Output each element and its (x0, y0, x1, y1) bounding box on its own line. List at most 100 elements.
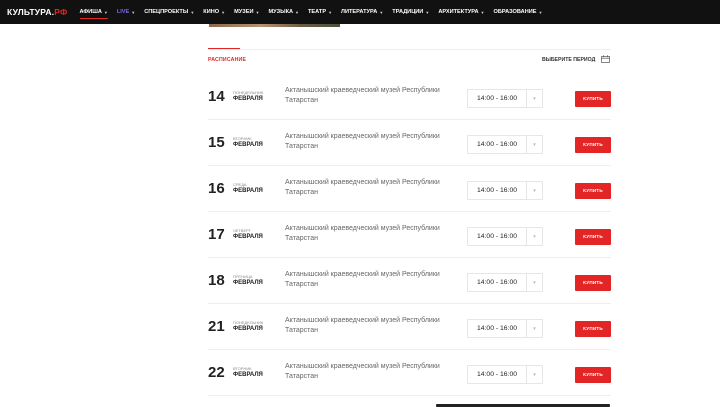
chevron-down-icon: ▼ (532, 188, 537, 193)
event-weekday: ПОНЕДЕЛЬНИК (233, 320, 264, 325)
nav-item-8[interactable]: ТРАДИЦИИ ▼ (392, 9, 429, 15)
event-day: 17 (208, 226, 225, 243)
chevron-down-icon: ▼ (532, 372, 537, 377)
event-venue[interactable]: Актанышский краеведческий музей Республи… (285, 86, 445, 106)
buy-button[interactable]: КУПИТЬ (575, 321, 611, 337)
schedule-row: 16 СРЕДА ФЕВРАЛЯ Актанышский краеведческий … (208, 166, 611, 212)
buy-button[interactable]: КУПИТЬ (575, 91, 611, 107)
event-venue[interactable]: Актанышский краеведческий музей Республи… (285, 132, 445, 152)
event-month: ФЕВРАЛЯ (233, 188, 263, 194)
calendar-icon[interactable] (601, 55, 610, 63)
nav-item-10[interactable]: ОБРАЗОВАНИЕ ▼ (493, 9, 542, 15)
schedule-row: 14 ПОНЕДЕЛЬНИК ФЕВРАЛЯ Актанышский краеведч… (208, 74, 611, 120)
chevron-down-icon: ▼ (425, 9, 430, 15)
event-weekday: ЧЕТВЕРГ (233, 228, 251, 233)
buy-button[interactable]: КУПИТЬ (575, 229, 611, 245)
tabs-divider (208, 48, 611, 50)
event-time: 14:00 - 16:00 (476, 95, 518, 102)
logo-main-text: КУЛЬТУРА. (7, 7, 55, 17)
nav-item-label: ЛИТЕРАТУРА (341, 9, 378, 15)
chevron-down-icon: ▼ (328, 9, 333, 15)
time-select[interactable]: 14:00 - 16:00 ▼ (467, 318, 543, 338)
chevron-down-icon: ▼ (532, 280, 537, 285)
event-weekday: ВТОРНИК (233, 136, 252, 141)
nav-item-6[interactable]: ТЕАТР ▼ (308, 9, 332, 15)
event-month: ФЕВРАЛЯ (233, 326, 263, 332)
event-weekday: СРЕДА (233, 182, 247, 187)
nav-item-9[interactable]: АРХИТЕКТУРА ▼ (438, 9, 484, 15)
time-select[interactable]: 14:00 - 16:00 ▼ (467, 88, 543, 108)
chevron-down-icon: ▼ (532, 326, 537, 331)
active-tab-indicator (208, 48, 240, 49)
buy-button[interactable]: КУПИТЬ (575, 183, 611, 199)
nav-item-label: МУЗЫКА (268, 9, 294, 15)
nav-item-4[interactable]: МУЗЕИ ▼ (234, 9, 259, 15)
time-select[interactable]: 14:00 - 16:00 ▼ (467, 226, 543, 246)
time-select[interactable]: 14:00 - 16:00 ▼ (467, 180, 543, 200)
schedule-row: 15 ВТОРНИК ФЕВРАЛЯ Актанышский краеведчески… (208, 120, 611, 166)
select-period-button[interactable]: ВЫБЕРИТЕ ПЕРИОД (542, 57, 595, 63)
logo-accent-text: РФ (54, 7, 68, 17)
event-venue[interactable]: Актанышский краеведческий музей Республи… (285, 224, 445, 244)
event-banner-image-edge (209, 24, 340, 27)
nav-item-3[interactable]: КИНО ▼ (203, 9, 225, 15)
event-weekday: ВТОРНИК (233, 366, 252, 371)
event-day: 15 (208, 134, 225, 151)
nav-item-label: ТРАДИЦИИ (392, 9, 424, 15)
chevron-down-icon: ▼ (379, 9, 384, 15)
event-month: ФЕВРАЛЯ (233, 372, 263, 378)
event-time: 14:00 - 16:00 (476, 279, 518, 286)
event-day: 22 (208, 364, 225, 381)
event-month: ФЕВРАЛЯ (233, 234, 263, 240)
chevron-down-icon: ▼ (190, 9, 195, 15)
nav-item-label: КИНО (203, 9, 220, 15)
nav-item-label: ОБРАЗОВАНИЕ (493, 9, 537, 15)
chevron-down-icon: ▼ (480, 9, 485, 15)
nav-item-label: LIVE (116, 9, 130, 15)
event-time: 14:00 - 16:00 (476, 325, 518, 332)
nav-item-0[interactable]: АФИША ▼ (79, 9, 109, 19)
event-venue[interactable]: Актанышский краеведческий музей Республи… (285, 362, 445, 382)
nav-item-label: ТЕАТР (308, 9, 327, 15)
schedule-row: 21 ПОНЕДЕЛЬНИК ФЕВРАЛЯ Актанышский краеведч… (208, 304, 611, 350)
time-select[interactable]: 14:00 - 16:00 ▼ (467, 364, 543, 384)
schedule-row: 22 ВТОРНИК ФЕВРАЛЯ Актанышский краеведчески… (208, 350, 611, 396)
buy-button[interactable]: КУПИТЬ (575, 367, 611, 383)
schedule-row: 17 ЧЕТВЕРГ ФЕВРАЛЯ Актанышский краеведчески… (208, 212, 611, 258)
nav-item-label: АФИША (79, 9, 102, 15)
event-day: 21 (208, 318, 225, 335)
nav-item-label: МУЗЕИ (234, 9, 254, 15)
site-logo[interactable]: КУЛЬТУРА.РФ (7, 7, 68, 17)
time-select[interactable]: 14:00 - 16:00 ▼ (467, 134, 543, 154)
chevron-down-icon: ▼ (103, 9, 108, 15)
tab-schedule[interactable]: РАСПИСАНИЕ (208, 57, 246, 63)
chevron-down-icon: ▼ (295, 9, 300, 15)
event-day: 18 (208, 272, 225, 289)
event-time: 14:00 - 16:00 (476, 233, 518, 240)
buy-button[interactable]: КУПИТЬ (575, 137, 611, 153)
event-day: 14 (208, 88, 225, 105)
event-time: 14:00 - 16:00 (476, 187, 518, 194)
nav-item-7[interactable]: ЛИТЕРАТУРА ▼ (341, 9, 383, 15)
event-time: 14:00 - 16:00 (476, 371, 518, 378)
event-venue[interactable]: Актанышский краеведческий музей Республи… (285, 178, 445, 198)
event-venue[interactable]: Актанышский краеведческий музей Республи… (285, 316, 445, 336)
event-month: ФЕВРАЛЯ (233, 96, 263, 102)
nav-item-1[interactable]: LIVE ▼ (117, 9, 135, 15)
event-time: 14:00 - 16:00 (476, 141, 518, 148)
event-day: 16 (208, 180, 225, 197)
buy-button[interactable]: КУПИТЬ (575, 275, 611, 291)
event-month: ФЕВРАЛЯ (233, 280, 263, 286)
nav-item-2[interactable]: СПЕЦПРОЕКТЫ ▼ (144, 9, 194, 15)
schedule-row: 18 ПЯТНИЦА ФЕВРАЛЯ Актанышский краеведчески… (208, 258, 611, 304)
main-menu: АФИША ▼ LIVE ▼ СПЕЦПРОЕКТЫ ▼ КИНО ▼ МУЗЕИ ▼ МУЗЫКА… (79, 9, 552, 19)
chevron-down-icon: ▼ (532, 142, 537, 147)
event-weekday: ПЯТНИЦА (233, 274, 253, 279)
event-month: ФЕВРАЛЯ (233, 142, 263, 148)
event-venue[interactable]: Актанышский краеведческий музей Республи… (285, 270, 445, 290)
chevron-down-icon: ▼ (221, 9, 226, 15)
nav-item-5[interactable]: МУЗЫКА ▼ (268, 9, 299, 15)
event-weekday: ПОНЕДЕЛЬНИК (233, 90, 264, 95)
chevron-down-icon: ▼ (532, 96, 537, 101)
time-select[interactable]: 14:00 - 16:00 ▼ (467, 272, 543, 292)
